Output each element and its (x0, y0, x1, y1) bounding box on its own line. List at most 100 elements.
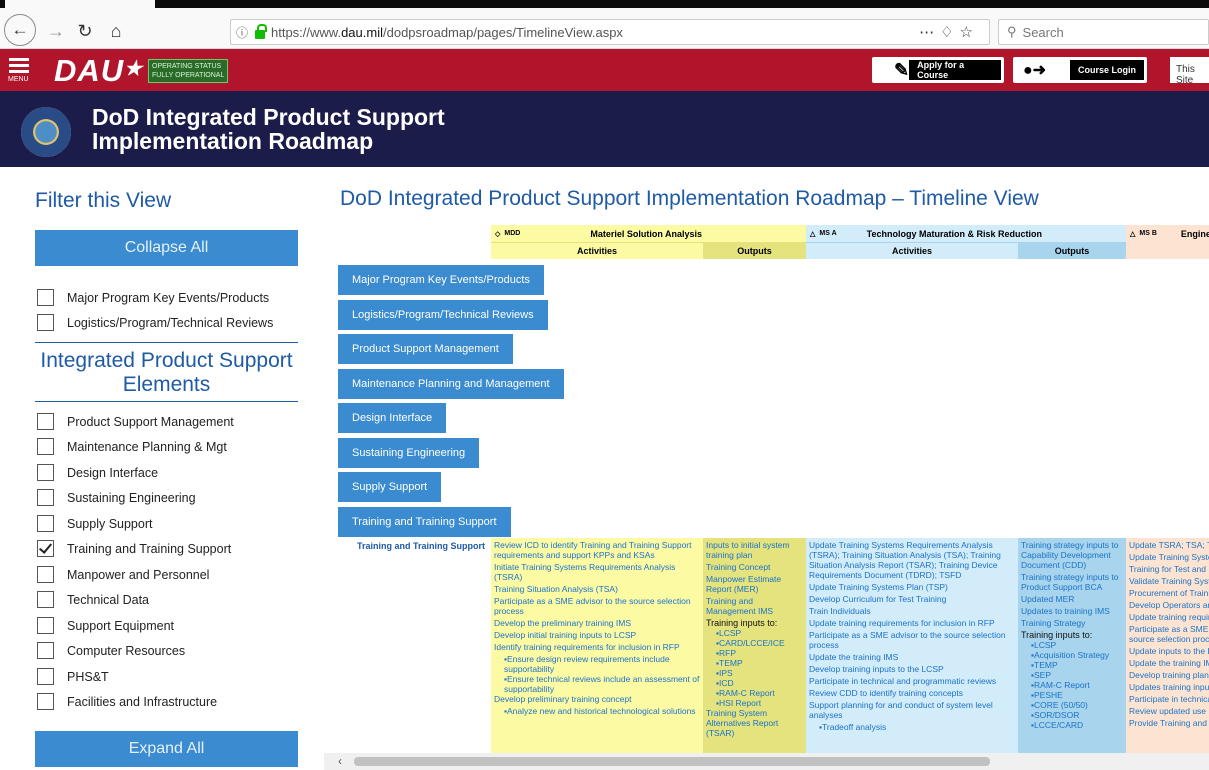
activity-item[interactable]: Update Training Systems Plan (TSP) (809, 582, 1015, 592)
output-bullet[interactable]: CORE (50/50) (1031, 700, 1123, 710)
home-icon[interactable]: ⌂ (102, 16, 130, 46)
activity-item[interactable]: Support planning for and conduct of syst… (809, 700, 1015, 720)
checkbox[interactable] (37, 642, 54, 659)
output-item[interactable]: Training Concept (706, 562, 803, 572)
reload-icon[interactable]: ↻ (72, 16, 98, 46)
filter-major-program[interactable]: Major Program Key Events/Products (37, 289, 269, 306)
activity-item[interactable]: Develop preliminary training concept (494, 694, 700, 704)
activity-item[interactable]: Update TSRA; TSA; TSAR; TDRD (1129, 540, 1209, 550)
activity-item[interactable]: Develop Curriculum for Test Training (809, 594, 1015, 604)
activity-item[interactable]: Update training requirements (1129, 612, 1209, 622)
checkbox[interactable] (37, 438, 54, 455)
activity-item[interactable]: Update training requirements for inclusi… (809, 618, 1015, 628)
activity-item[interactable]: Training Situation Analysis (TSA) (494, 584, 700, 594)
course-login-button[interactable]: ●➜ Course Login (1013, 57, 1147, 83)
checkbox[interactable] (37, 566, 54, 583)
activity-item[interactable]: Develop training inputs to the LCSP (809, 664, 1015, 674)
activity-item[interactable]: Review CDD to identify training concepts (809, 688, 1015, 698)
apply-course-button[interactable]: ✎ Apply for a Course (872, 57, 1004, 83)
checkbox[interactable] (37, 668, 54, 685)
checkbox[interactable] (37, 693, 54, 710)
filter-computer-resources[interactable]: Computer Resources (37, 642, 185, 659)
accordion-major-program[interactable]: Major Program Key Events/Products (338, 265, 544, 295)
accordion-product-support[interactable]: Product Support Management (338, 334, 513, 364)
activity-item[interactable]: Participate in technical reviews (1129, 694, 1209, 704)
activity-bullet[interactable]: Tradeoff analysis (819, 722, 1015, 732)
filter-facilities[interactable]: Facilities and Infrastructure (37, 693, 217, 710)
dau-logo[interactable]: DAU★ (54, 53, 143, 89)
filter-supply-support[interactable]: Supply Support (37, 515, 152, 532)
activity-item[interactable]: Provide Training and (1129, 718, 1209, 728)
active-tab[interactable] (5, 0, 155, 8)
output-item[interactable]: Training System Alternatives Report (TSA… (706, 708, 803, 738)
output-bullet[interactable]: TEMP (716, 658, 803, 668)
filter-sustaining-engineering[interactable]: Sustaining Engineering (37, 489, 196, 506)
activity-item[interactable]: Update Training System Plan (1129, 552, 1209, 562)
output-bullet[interactable]: HSI Report (716, 698, 803, 708)
activity-item[interactable]: Develop the preliminary training IMS (494, 618, 700, 628)
output-item[interactable]: Training strategy inputs to Capability D… (1021, 540, 1123, 570)
activity-bullet[interactable]: Ensure technical reviews include an asse… (504, 674, 700, 694)
activity-item[interactable]: Identify training requirements for inclu… (494, 642, 700, 652)
filter-manpower-personnel[interactable]: Manpower and Personnel (37, 566, 209, 583)
browser-search-input[interactable]: ⚲ Search (998, 19, 1209, 45)
output-item[interactable]: Updated MER (1021, 594, 1123, 604)
accordion-maintenance[interactable]: Maintenance Planning and Management (338, 369, 564, 399)
activity-item[interactable]: Validate Training System (1129, 576, 1209, 586)
output-item[interactable]: Training Strategy (1021, 618, 1123, 628)
filter-support-equipment[interactable]: Support Equipment (37, 617, 174, 634)
output-bullet[interactable]: IPS (716, 668, 803, 678)
accordion-sustaining-engineering[interactable]: Sustaining Engineering (338, 438, 480, 468)
checkbox[interactable] (37, 289, 54, 306)
output-bullet[interactable]: TEMP (1031, 660, 1123, 670)
scroll-left-icon[interactable]: ‹ (338, 754, 342, 768)
info-icon[interactable]: ⓘ (231, 24, 253, 41)
output-bullet[interactable]: LCCE/CARD (1031, 720, 1123, 730)
activity-item[interactable]: Participate as a SME advisor to the sour… (809, 630, 1015, 650)
menu-button[interactable]: MENU (8, 55, 32, 87)
activity-item[interactable]: Update the training IMS (1129, 658, 1209, 668)
output-bullet[interactable]: LCSP (716, 628, 803, 638)
filter-training-support[interactable]: Training and Training Support (37, 540, 231, 557)
accordion-design-interface[interactable]: Design Interface (338, 403, 447, 433)
activity-bullet[interactable]: Ensure design review requirements includ… (504, 654, 700, 674)
output-item[interactable]: Training strategy inputs to Product Supp… (1021, 572, 1123, 592)
checkbox[interactable] (37, 617, 54, 634)
filter-logistics-reviews[interactable]: Logistics/Program/Technical Reviews (37, 314, 273, 331)
output-bullet[interactable]: RAM-C Report (1031, 680, 1123, 690)
output-bullet[interactable]: SOR/DSOR (1031, 710, 1123, 720)
output-bullet[interactable]: RFP (716, 648, 803, 658)
collapse-all-button[interactable]: Collapse All (35, 230, 298, 266)
output-item[interactable]: Training and Management IMS (706, 596, 803, 616)
checkbox[interactable] (37, 515, 54, 532)
operating-status-badge[interactable]: OPERATING STATUS FULLY OPERATIONAL (148, 59, 229, 83)
activity-item[interactable]: Participate in technical and programmati… (809, 676, 1015, 686)
activity-item[interactable]: Update Training Systems Requirements Ana… (809, 540, 1015, 580)
output-bullet[interactable]: LCSP (1031, 640, 1123, 650)
filter-product-support-management[interactable]: Product Support Management (37, 413, 234, 430)
activity-item[interactable]: Train Individuals (809, 606, 1015, 616)
filter-design-interface[interactable]: Design Interface (37, 464, 158, 481)
output-item[interactable]: Inputs to initial system training plan (706, 540, 803, 560)
accordion-supply-support[interactable]: Supply Support (338, 472, 442, 502)
page-actions-icons[interactable]: ⋯♢☆ (919, 23, 979, 41)
activity-item[interactable]: Review ICD to identify Training and Trai… (494, 540, 700, 560)
accordion-logistics-reviews[interactable]: Logistics/Program/Technical Reviews (338, 300, 548, 330)
url-bar[interactable]: ⓘ https://www. dau.mil/dodpsroadmap/pages… (230, 19, 990, 45)
scrollbar-thumb[interactable] (354, 757, 990, 766)
filter-phst[interactable]: PHS&T (37, 668, 109, 685)
filter-maintenance-planning[interactable]: Maintenance Planning & Mgt (37, 438, 227, 455)
checkbox-checked[interactable] (37, 540, 54, 557)
activity-item[interactable]: Participate as a SME advisor to the sour… (494, 596, 700, 616)
output-bullet[interactable]: ICD (716, 678, 803, 688)
activity-item[interactable]: Review updated use (1129, 706, 1209, 716)
activity-item[interactable]: Participate as a SME advisor to the sour… (1129, 624, 1209, 644)
activity-item[interactable]: Initiate Training Systems Requirements A… (494, 562, 700, 582)
output-item[interactable]: Updates to training IMS (1021, 606, 1123, 616)
horizontal-scrollbar[interactable]: ‹ (324, 753, 1209, 770)
checkbox[interactable] (37, 591, 54, 608)
expand-all-button[interactable]: Expand All (35, 731, 298, 767)
output-bullet[interactable]: CARD/LCCE/ICE (716, 638, 803, 648)
checkbox[interactable] (37, 489, 54, 506)
back-icon[interactable]: ← (4, 14, 36, 46)
